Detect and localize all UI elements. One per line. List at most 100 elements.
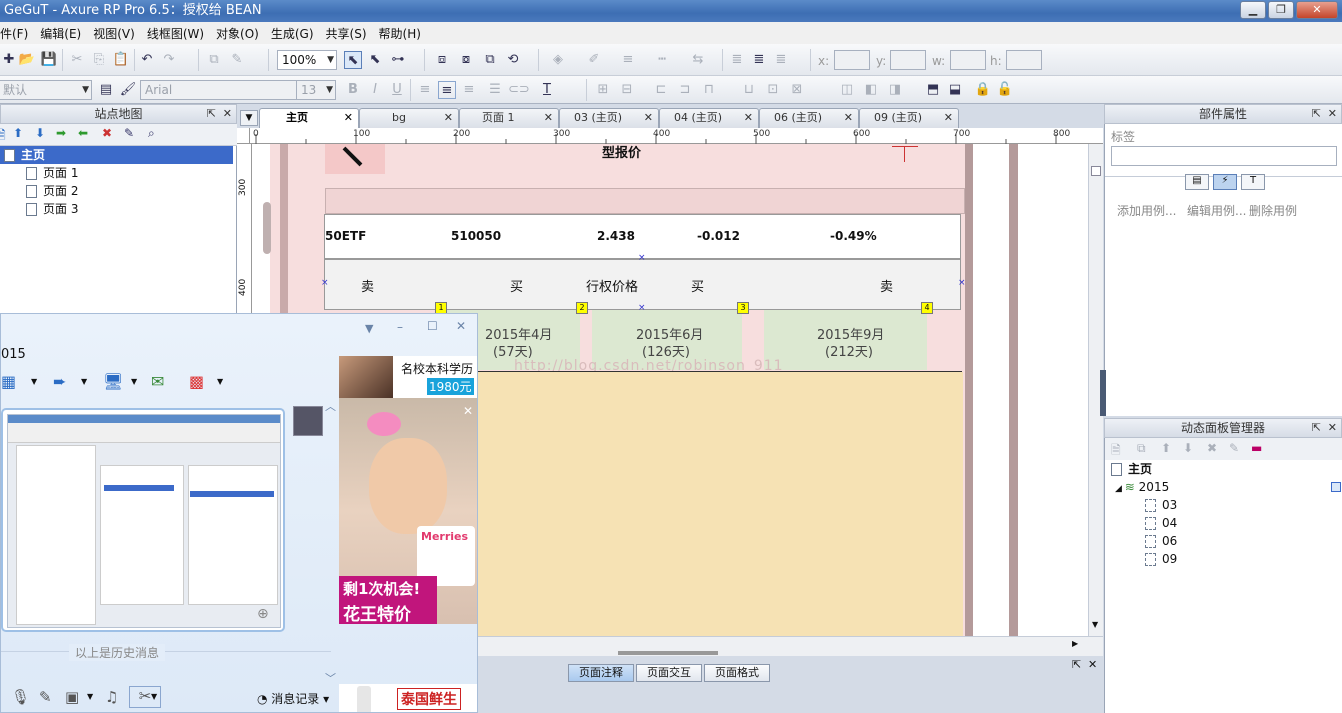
collapse-icon[interactable]: ◢ [1115, 484, 1125, 494]
bullets-icon[interactable]: ☰ [486, 81, 504, 99]
group-icon[interactable]: ⧈ [433, 51, 451, 69]
selection-handle[interactable]: × [638, 253, 646, 263]
lock2-icon[interactable]: ⬓ [946, 81, 964, 99]
tab-list-dropdown[interactable]: ▼ [240, 110, 258, 126]
close-tab-icon[interactable]: ✕ [944, 109, 953, 127]
close-tab-icon[interactable]: ✕ [644, 109, 653, 127]
move-down-icon[interactable]: ⬇ [1183, 441, 1193, 455]
align-middle-icon[interactable]: ≣ [750, 51, 768, 69]
panel-visible-checkbox[interactable] [1331, 482, 1341, 492]
send-back-icon[interactable]: ⟲ [504, 51, 522, 69]
h-input[interactable] [1006, 50, 1042, 70]
underline-icon[interactable]: U [388, 81, 406, 99]
dropdown-icon[interactable]: ▼ [365, 322, 373, 335]
delete-state-icon[interactable]: ✖ [1207, 441, 1217, 455]
align-obj-top-icon[interactable]: ⊔ [740, 81, 758, 99]
style-edit-icon[interactable]: ▤ [97, 81, 115, 99]
x-input[interactable] [834, 50, 870, 70]
tab-06[interactable]: 06 (主页) ✕ [759, 108, 859, 128]
selection-handle[interactable]: × [321, 278, 329, 288]
align-left-icon[interactable]: ≡ [416, 81, 434, 99]
pin-icon[interactable]: ⇱ [1312, 105, 1321, 123]
fill-color-icon[interactable]: ◈ [549, 51, 567, 69]
menu-wireframe[interactable]: 线框图(W) [141, 25, 210, 42]
dynamic-panel-area[interactable] [478, 372, 963, 636]
close-icon[interactable]: ✕ [1328, 105, 1337, 123]
file-transfer-icon[interactable]: ➨ [53, 372, 66, 391]
panel-icon[interactable]: ▬ [1251, 441, 1262, 455]
menu-object[interactable]: 对象(O) [210, 25, 265, 42]
select-contained-icon[interactable]: ⬉ [366, 51, 384, 69]
line-color-icon[interactable]: ✐ [585, 51, 603, 69]
close-tab-icon[interactable]: ✕ [344, 109, 353, 127]
minimize-button[interactable]: ▁ [1240, 1, 1266, 19]
avatar[interactable] [293, 406, 323, 436]
notes-icon[interactable]: ▤ [1185, 174, 1209, 190]
paste-icon[interactable]: 📋 [112, 51, 130, 69]
menu-edit[interactable]: 编辑(E) [34, 25, 87, 42]
close-tab-icon[interactable]: ✕ [844, 109, 853, 127]
invite-icon[interactable]: ✉ [151, 372, 164, 391]
apps-icon[interactable]: ▩ [189, 372, 204, 391]
maximize-icon[interactable]: ☐ [427, 319, 438, 333]
screenshot-message[interactable]: ⊕ [1, 408, 285, 632]
style-select[interactable]: 默认 ▼ [0, 80, 92, 100]
tab-home[interactable]: 主页 ✕ [259, 108, 359, 128]
order-icon[interactable]: ◧ [862, 81, 880, 99]
zoom-select[interactable]: 100% ▼ [277, 50, 337, 70]
brush-icon[interactable]: ✎ [228, 51, 246, 69]
pin-icon[interactable]: ⇱ [1312, 419, 1321, 437]
indent-icon[interactable]: ➡ [56, 126, 66, 140]
label-input[interactable] [1111, 146, 1337, 166]
italic-icon[interactable]: I [366, 81, 384, 99]
open-icon[interactable]: 📂 [18, 51, 36, 69]
interactions-icon[interactable]: ⚡ [1213, 174, 1237, 190]
add-state-icon[interactable]: 🗎 [1111, 441, 1121, 462]
ungroup-icon[interactable]: ⧇ [457, 51, 475, 69]
delete-page-icon[interactable]: ✖ [102, 126, 112, 140]
tree-root-home[interactable]: 主页 [1111, 460, 1152, 478]
screen-share-icon[interactable]: 🖥 [103, 372, 123, 391]
tree-state-06[interactable]: 06 [1145, 532, 1177, 550]
new-icon[interactable]: ✚ [0, 51, 18, 69]
tab-page-format[interactable]: 页面格式 [704, 664, 770, 682]
edit-case-link[interactable]: 编辑用例... [1187, 202, 1246, 219]
close-icon[interactable]: ✕ [1088, 658, 1097, 671]
ad-banner-2[interactable]: Merries ✕ 剩1次机会! 花王特价 [339, 398, 477, 625]
distribute2-icon[interactable]: ⊟ [618, 81, 636, 99]
tab-page-interactions[interactable]: 页面交互 [636, 664, 702, 682]
close-tab-icon[interactable]: ✕ [544, 109, 553, 127]
ad-banner-1[interactable]: 名校本科学历 1980元 [339, 356, 477, 398]
horizontal-scrollbar[interactable]: ▶ [478, 636, 1103, 656]
menu-view[interactable]: 视图(V) [87, 25, 141, 42]
delete-case-link[interactable]: 删除用例 [1249, 202, 1297, 219]
align-top-icon[interactable]: ≣ [728, 51, 746, 69]
lock-edit-icon[interactable]: ⬒ [924, 81, 942, 99]
arrow-style-icon[interactable]: ⇆ [689, 51, 707, 69]
format-painter-icon[interactable]: ⧉ [205, 51, 223, 69]
select-pointer-icon[interactable]: ⬉ [344, 51, 362, 69]
microphone-icon[interactable]: 🎙 [11, 688, 30, 706]
link-icon[interactable]: ⊂⊃ [508, 81, 530, 99]
qq-chat-window[interactable]: ▼ – ☐ ✕ 015 ▦ ▼ ➨ ▼ 🖥 ▼ ✉ ▩ ▼ ⊕ ︿ 以上是历史消息 ﹀ … [0, 313, 478, 713]
align-bottom-icon[interactable]: ≣ [772, 51, 790, 69]
tab-03[interactable]: 03 (主页) ✕ [559, 108, 659, 128]
menu-share[interactable]: 共享(S) [320, 25, 373, 42]
close-icon[interactable]: ✕ [456, 319, 466, 333]
close-window-button[interactable]: ✕ [1296, 1, 1338, 19]
tree-state-03[interactable]: 03 [1145, 496, 1177, 514]
move-up-icon[interactable]: ⬆ [1161, 441, 1171, 455]
pin-icon[interactable]: ⇱ [207, 105, 216, 123]
interaction-marker[interactable]: 4 [921, 302, 933, 314]
interaction-marker[interactable]: 3 [737, 302, 749, 314]
selection-handle[interactable]: × [958, 278, 966, 288]
align-obj-bottom-icon[interactable]: ⊡ [764, 81, 782, 99]
tree-state-09[interactable]: 09 [1145, 550, 1177, 568]
menu-generate[interactable]: 生成(G) [265, 25, 320, 42]
bold-icon[interactable]: B [344, 81, 362, 99]
align-obj-center-icon[interactable]: ⊐ [676, 81, 694, 99]
copy-icon[interactable]: ⎘ [90, 51, 108, 69]
move-down-icon[interactable]: ⬇ [35, 126, 45, 140]
edit-state-icon[interactable]: ✎ [1229, 441, 1239, 455]
ad-banner-3[interactable]: 泰国鲜生 [339, 684, 477, 712]
